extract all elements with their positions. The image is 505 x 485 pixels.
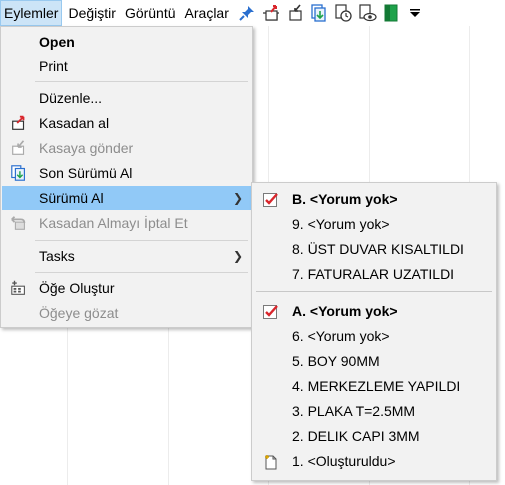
version-item-8[interactable]: 8. ÜST DUVAR KISALTILDI	[253, 237, 495, 261]
menu-item-surumu-al[interactable]: Sürümü Al ❯	[2, 186, 251, 210]
eylemler-menu: Open Print Düzenle... Kasadan al Kasaya …	[0, 26, 253, 328]
checkmark-icon	[263, 191, 279, 207]
menu-bar: Eylemler Değiştir Görüntü Araçlar	[0, 0, 505, 26]
menu-item-kasadan-almayi-iptal-et[interactable]: Kasadan Almayı İptal Et	[2, 211, 251, 235]
checkout-icon	[10, 114, 28, 132]
version-item-9[interactable]: 9. <Yorum yok>	[253, 212, 495, 236]
menu-goruntu[interactable]: Görüntü	[122, 0, 179, 26]
menu-item-tasks[interactable]: Tasks ❯	[2, 244, 251, 268]
menu-araclar[interactable]: Araçlar	[182, 0, 232, 26]
checkout-icon[interactable]	[261, 3, 281, 23]
checkmark-icon	[263, 303, 279, 319]
menu-separator	[35, 81, 248, 82]
menu-separator	[256, 291, 492, 292]
version-item-a[interactable]: A. <Yorum yok>	[253, 299, 495, 323]
latest-version-icon[interactable]	[309, 3, 329, 23]
menu-eylemler[interactable]: Eylemler	[0, 0, 63, 26]
new-document-icon	[263, 453, 279, 470]
menu-separator	[35, 272, 248, 273]
view-icon[interactable]	[357, 3, 377, 23]
menu-item-oge-olustur[interactable]: Öğe Oluştur	[2, 276, 251, 300]
menu-degistir[interactable]: Değiştir	[65, 0, 118, 26]
version-item-6[interactable]: 6. <Yorum yok>	[253, 324, 495, 348]
version-item-3[interactable]: 3. PLAKA T=2.5MM	[253, 399, 495, 423]
chevron-right-icon: ❯	[232, 249, 243, 263]
surumu-al-submenu: B. <Yorum yok> 9. <Yorum yok> 8. ÜST DUV…	[251, 182, 497, 481]
menu-item-print[interactable]: Print	[2, 54, 251, 78]
version-item-2[interactable]: 2. DELIK CAPI 3MM	[253, 424, 495, 448]
version-item-1[interactable]: 1. <Oluşturuldu>	[253, 449, 495, 473]
menu-separator	[35, 240, 248, 241]
menu-item-son-surumu-al[interactable]: Son Sürümü Al	[2, 161, 251, 185]
more-dropdown-icon[interactable]	[405, 3, 425, 23]
pin-icon[interactable]	[237, 3, 257, 23]
create-item-icon	[10, 279, 28, 297]
checkin-icon	[10, 139, 28, 157]
version-item-5[interactable]: 5. BOY 90MM	[253, 349, 495, 373]
menu-item-duzenle[interactable]: Düzenle...	[2, 86, 251, 110]
version-item-4[interactable]: 4. MERKEZLEME YAPILDI	[253, 374, 495, 398]
checkin-icon[interactable]	[285, 3, 305, 23]
undo-checkout-icon	[10, 214, 28, 232]
latest-version-icon	[10, 164, 28, 182]
menu-item-ogeye-gozat[interactable]: Öğeye gözat	[2, 301, 251, 325]
version-item-7[interactable]: 7. FATURALAR UZATILDI	[253, 262, 495, 286]
version-history-icon[interactable]	[333, 3, 353, 23]
menu-item-open[interactable]: Open	[2, 30, 251, 54]
menu-item-kasaya-gonder[interactable]: Kasaya gönder	[2, 136, 251, 160]
menu-item-kasadan-al[interactable]: Kasadan al	[2, 111, 251, 135]
version-item-b[interactable]: B. <Yorum yok>	[253, 187, 495, 211]
chevron-right-icon: ❯	[232, 191, 243, 205]
exit-icon[interactable]	[381, 3, 401, 23]
